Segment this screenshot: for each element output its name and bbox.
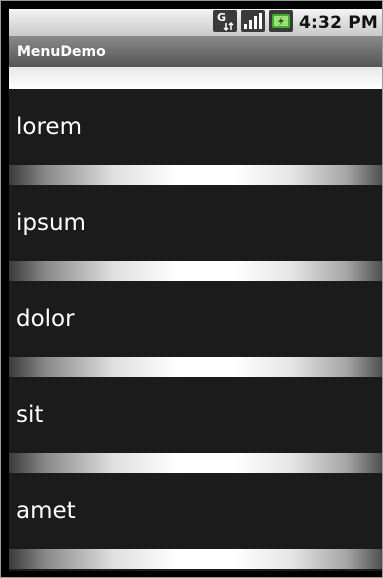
list-divider xyxy=(9,453,382,473)
list-item-label: lorem xyxy=(16,114,82,140)
list-item-lorem[interactable]: lorem xyxy=(9,89,382,165)
signal-strength-icon xyxy=(241,9,266,36)
status-time: 4:32 PM xyxy=(299,12,378,33)
battery-charging-icon xyxy=(269,9,294,36)
list-item-amet[interactable]: amet xyxy=(9,473,382,549)
list-divider xyxy=(9,261,382,281)
menu-list: lorem ipsum dolor sit amet xyxy=(9,89,382,571)
list-divider xyxy=(9,549,382,569)
status-bar: G 4:32 PM xyxy=(9,9,382,36)
svg-text:G: G xyxy=(217,11,226,24)
app-title: MenuDemo xyxy=(17,43,106,60)
list-item-label: sit xyxy=(16,402,44,428)
list-item-sit[interactable]: sit xyxy=(9,377,382,453)
title-bar-shadow xyxy=(9,67,382,89)
list-item-ipsum[interactable]: ipsum xyxy=(9,185,382,261)
list-item-label: ipsum xyxy=(16,210,86,236)
phone-screen: G 4:32 PM MenuDemo lorem ipsum dolor sit… xyxy=(0,0,383,578)
list-item-label: amet xyxy=(16,498,76,524)
data-transfer-icon: G xyxy=(213,9,238,36)
list-item-label: dolor xyxy=(16,306,75,332)
app-title-bar: MenuDemo xyxy=(9,36,382,67)
list-item-dolor[interactable]: dolor xyxy=(9,281,382,357)
list-divider xyxy=(9,165,382,185)
list-divider xyxy=(9,357,382,377)
